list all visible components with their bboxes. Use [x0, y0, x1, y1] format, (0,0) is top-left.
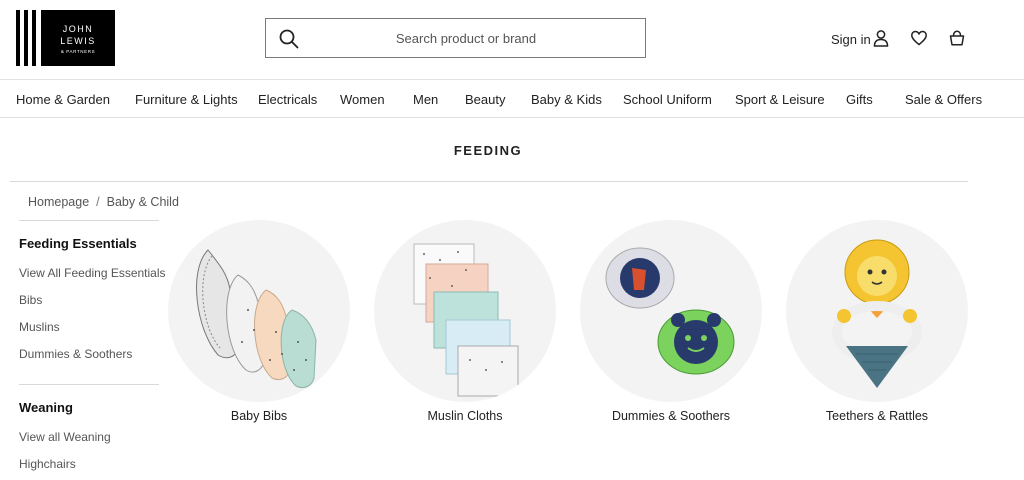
nav-item-men[interactable]: Men	[413, 92, 438, 107]
sidebar-heading-feeding-essentials: Feeding Essentials	[19, 236, 137, 251]
user-icon[interactable]	[871, 28, 891, 48]
site-header: JOHN LEWIS & PARTNERS Sign in	[0, 0, 1024, 80]
baby-bibs-image	[168, 220, 350, 402]
breadcrumb-separator: /	[96, 195, 100, 209]
logo-wordmark: JOHN LEWIS & PARTNERS	[41, 10, 115, 66]
nav-item-home-garden[interactable]: Home & Garden	[16, 92, 110, 107]
search-input[interactable]	[316, 19, 616, 57]
sign-in-link[interactable]: Sign in	[831, 32, 871, 47]
category-card-baby-bibs[interactable]: Baby Bibs	[168, 220, 350, 423]
muslin-cloths-image	[374, 220, 556, 402]
breadcrumb-homepage[interactable]: Homepage	[28, 195, 89, 209]
category-card-muslin-cloths[interactable]: Muslin Cloths	[374, 220, 556, 423]
breadcrumb-baby-child[interactable]: Baby & Child	[107, 195, 179, 209]
nav-item-gifts[interactable]: Gifts	[846, 92, 873, 107]
category-card-teethers-rattles[interactable]: Teethers & Rattles	[786, 220, 968, 423]
breadcrumb: Homepage / Baby & Child	[28, 195, 179, 209]
sidebar-link-view-all-weaning[interactable]: View all Weaning	[19, 430, 111, 444]
category-card-dummies-soothers[interactable]: Dummies & Soothers	[580, 220, 762, 423]
nav-item-beauty[interactable]: Beauty	[465, 92, 505, 107]
sidebar-link-view-all-feeding[interactable]: View All Feeding Essentials	[19, 266, 166, 280]
search-box[interactable]	[265, 18, 646, 58]
nav-item-women[interactable]: Women	[340, 92, 385, 107]
logo-stripe	[32, 10, 36, 66]
nav-item-sale-offers[interactable]: Sale & Offers	[905, 92, 982, 107]
heart-icon[interactable]	[909, 28, 929, 48]
sidebar-link-highchairs[interactable]: Highchairs	[19, 457, 76, 471]
page-title: FEEDING	[453, 143, 523, 158]
sidebar-link-dummies-soothers[interactable]: Dummies & Soothers	[19, 347, 132, 361]
sidebar-link-muslins[interactable]: Muslins	[19, 320, 60, 334]
divider	[10, 181, 968, 182]
logo-stripe	[24, 10, 28, 66]
sidebar-link-bibs[interactable]: Bibs	[19, 293, 42, 307]
logo-stripe	[16, 10, 20, 66]
nav-item-furniture-lights[interactable]: Furniture & Lights	[135, 92, 238, 107]
category-label-muslin-cloths[interactable]: Muslin Cloths	[374, 409, 556, 423]
divider	[19, 220, 159, 221]
divider	[19, 384, 159, 385]
nav-item-school-uniform[interactable]: School Uniform	[623, 92, 712, 107]
search-icon[interactable]	[278, 28, 300, 50]
category-label-dummies-soothers[interactable]: Dummies & Soothers	[580, 409, 762, 423]
nav-item-sport-leisure[interactable]: Sport & Leisure	[735, 92, 825, 107]
category-label-baby-bibs[interactable]: Baby Bibs	[168, 409, 350, 423]
teethers-rattles-image	[786, 220, 968, 402]
basket-icon[interactable]	[947, 28, 967, 48]
category-label-teethers-rattles[interactable]: Teethers & Rattles	[786, 409, 968, 423]
logo-text-john: JOHN	[62, 23, 94, 34]
nav-item-baby-kids[interactable]: Baby & Kids	[531, 92, 602, 107]
main-navigation: Home & Garden Furniture & Lights Electri…	[0, 80, 1024, 118]
sidebar-heading-weaning: Weaning	[19, 400, 73, 415]
dummies-soothers-image	[580, 220, 762, 402]
logo-text-lewis: LEWIS	[60, 35, 96, 46]
logo-text-partners: & PARTNERS	[60, 48, 96, 54]
nav-item-electricals[interactable]: Electricals	[258, 92, 317, 107]
john-lewis-logo[interactable]: JOHN LEWIS & PARTNERS	[16, 10, 115, 66]
